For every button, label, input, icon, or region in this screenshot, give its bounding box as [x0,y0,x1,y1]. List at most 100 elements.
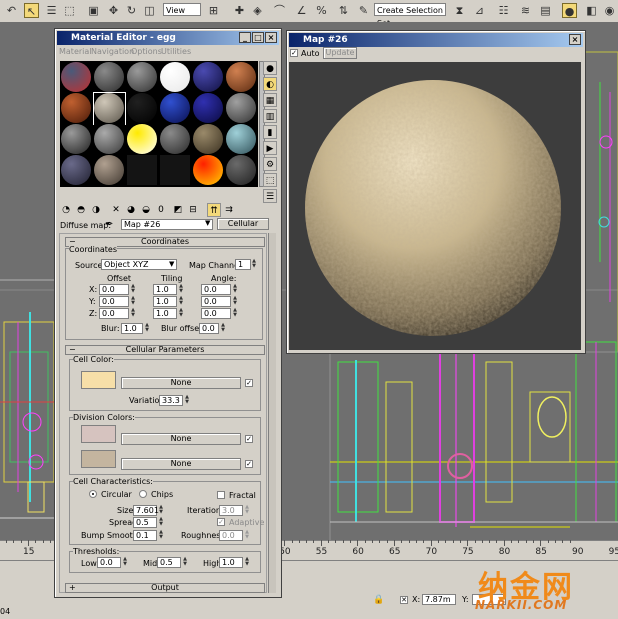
division-color-2-map-button[interactable]: None [121,458,241,470]
sample-slot[interactable] [160,124,191,155]
pick-material-icon[interactable]: ✒ [105,219,113,230]
material-navigator-icon[interactable]: ☰ [263,189,277,203]
named-selection-icon[interactable]: ✎ [356,3,371,18]
options-icon[interactable]: ⚙ [263,157,277,171]
sample-slot[interactable] [127,124,158,155]
sample-slot[interactable] [127,155,158,186]
layer-manager-icon[interactable]: ☷ [496,3,511,18]
sample-slot[interactable] [61,93,92,124]
sample-slot[interactable] [93,92,126,125]
reference-coord-dropdown[interactable]: View [163,3,201,16]
scale-icon[interactable]: ◫ [142,3,157,18]
curve-editor-icon[interactable]: ≋ [518,3,533,18]
angle-y-spinner[interactable]: ▲ ▼ [232,296,238,307]
division-color-1-checkbox[interactable]: ✓ [245,435,253,443]
put-to-scene-icon[interactable]: ◓ [74,203,88,217]
cell-color-map-button[interactable]: None [121,377,241,389]
sample-slot[interactable] [193,62,224,93]
named-selection-dropdown[interactable]: Create Selection Set [374,3,446,28]
spinner-snap-icon[interactable]: ⇅ [336,3,351,18]
sample-slot[interactable] [94,155,125,186]
variation-spinner[interactable]: ▲ ▼ [184,395,190,406]
render-setup-icon[interactable]: ◧ [584,3,599,18]
background-icon[interactable]: ▦ [263,93,277,107]
division-color-1-swatch[interactable] [81,425,116,443]
sample-slot[interactable] [61,155,92,186]
keyboard-shortcut-icon[interactable]: ◈ [250,3,265,18]
show-map-in-viewport-icon[interactable]: ◩ [171,203,185,217]
sample-slot[interactable] [226,124,257,155]
tiling-y-spinner[interactable]: ▲ ▼ [178,296,184,307]
sample-slot[interactable] [226,93,257,124]
menu-options[interactable]: Options [131,47,162,56]
make-unique-icon[interactable]: ◕ [124,203,138,217]
mirror-icon[interactable]: ⧗ [452,3,467,18]
division-color-1-map-button[interactable]: None [121,433,241,445]
offset-y-spinner[interactable]: ▲ ▼ [130,296,136,307]
material-editor-icon[interactable]: ● [562,3,577,18]
put-to-library-icon[interactable]: ◒ [139,203,153,217]
sample-slot[interactable] [61,124,92,155]
adaptive-checkbox[interactable]: ✓ [217,518,225,526]
menu-material[interactable]: Material [59,47,92,56]
snap-toggle-icon[interactable]: ⌒ [272,3,287,18]
go-forward-sibling-icon[interactable]: ⇉ [222,203,236,217]
tiling-x-field[interactable]: 1.0 [153,284,177,295]
sample-slot[interactable] [160,62,191,93]
tiling-z-field[interactable]: 1.0 [153,308,177,319]
go-to-parent-icon[interactable]: ⇈ [207,203,221,217]
menu-utilities[interactable]: Utilities [161,47,191,56]
offset-z-spinner[interactable]: ▲ ▼ [130,308,136,319]
select-by-material-icon[interactable]: ⬚ [263,173,277,187]
auto-checkbox[interactable]: ✓ [290,49,298,57]
mid-spinner[interactable]: ▲ ▼ [182,557,188,568]
angle-x-spinner[interactable]: ▲ ▼ [232,284,238,295]
sample-slot-grid[interactable] [60,61,258,187]
angle-z-spinner[interactable]: ▲ ▼ [232,308,238,319]
offset-y-field[interactable]: 0.0 [99,296,129,307]
update-button[interactable]: Update [323,47,357,59]
sample-type-icon[interactable]: ● [263,61,277,75]
close-icon[interactable]: × [569,34,581,45]
angle-y-field[interactable]: 0.0 [201,296,231,307]
percent-snap-icon[interactable]: % [314,3,329,18]
map-type-button[interactable]: Cellular [217,218,269,230]
select-by-name-icon[interactable]: ☰ [44,3,59,18]
variation-field[interactable]: 33.3 [159,395,183,406]
sample-slot[interactable] [127,62,158,93]
select-arrow-icon[interactable]: ↖ [24,3,39,18]
blur-offset-spinner[interactable]: ▲ ▼ [220,323,226,334]
sample-slot[interactable] [226,62,257,93]
size-field[interactable]: 7.601 [133,505,159,516]
menu-navigation[interactable]: Navigation [91,47,134,56]
bump-smoothing-field[interactable]: 0.1 [133,530,157,541]
angle-z-field[interactable]: 0.0 [201,308,231,319]
angle-x-field[interactable]: 0.0 [201,284,231,295]
iterations-spinner[interactable]: ▲ ▼ [244,505,250,516]
high-field[interactable]: 1.0 [219,557,243,568]
show-end-result-icon[interactable]: ⊟ [186,203,200,217]
material-effects-channel-icon[interactable]: 0 [154,203,168,217]
map-channel-field[interactable]: 1 [235,259,251,270]
source-dropdown[interactable]: Object XYZ [101,259,177,270]
sample-slot[interactable] [94,62,125,93]
backlight-icon[interactable]: ◐ [263,77,277,91]
sample-slot[interactable] [226,155,257,186]
chips-radio[interactable] [139,490,147,498]
map-window-titlebar[interactable]: Map #26 × [289,33,583,47]
mid-field[interactable]: 0.5 [157,557,181,568]
lock-icon[interactable]: 🔒 [373,595,384,605]
uv-tiling-icon[interactable]: ▥ [263,109,277,123]
select-manipulate-icon[interactable]: ✚ [232,3,247,18]
map-name-field[interactable]: Map #26 [121,219,213,230]
map-channel-spinner[interactable]: ▲ ▼ [251,259,257,270]
cell-color-map-checkbox[interactable]: ✓ [245,379,253,387]
rotate-icon[interactable]: ↻ [124,3,139,18]
offset-x-spinner[interactable]: ▲ ▼ [130,284,136,295]
high-spinner[interactable]: ▲ ▼ [244,557,250,568]
bump-smoothing-spinner[interactable]: ▲ ▼ [158,530,164,541]
low-spinner[interactable]: ▲ ▼ [122,557,128,568]
sample-slot[interactable] [61,62,92,93]
minimize-icon[interactable]: _ [239,32,251,43]
division-color-2-swatch[interactable] [81,450,116,468]
